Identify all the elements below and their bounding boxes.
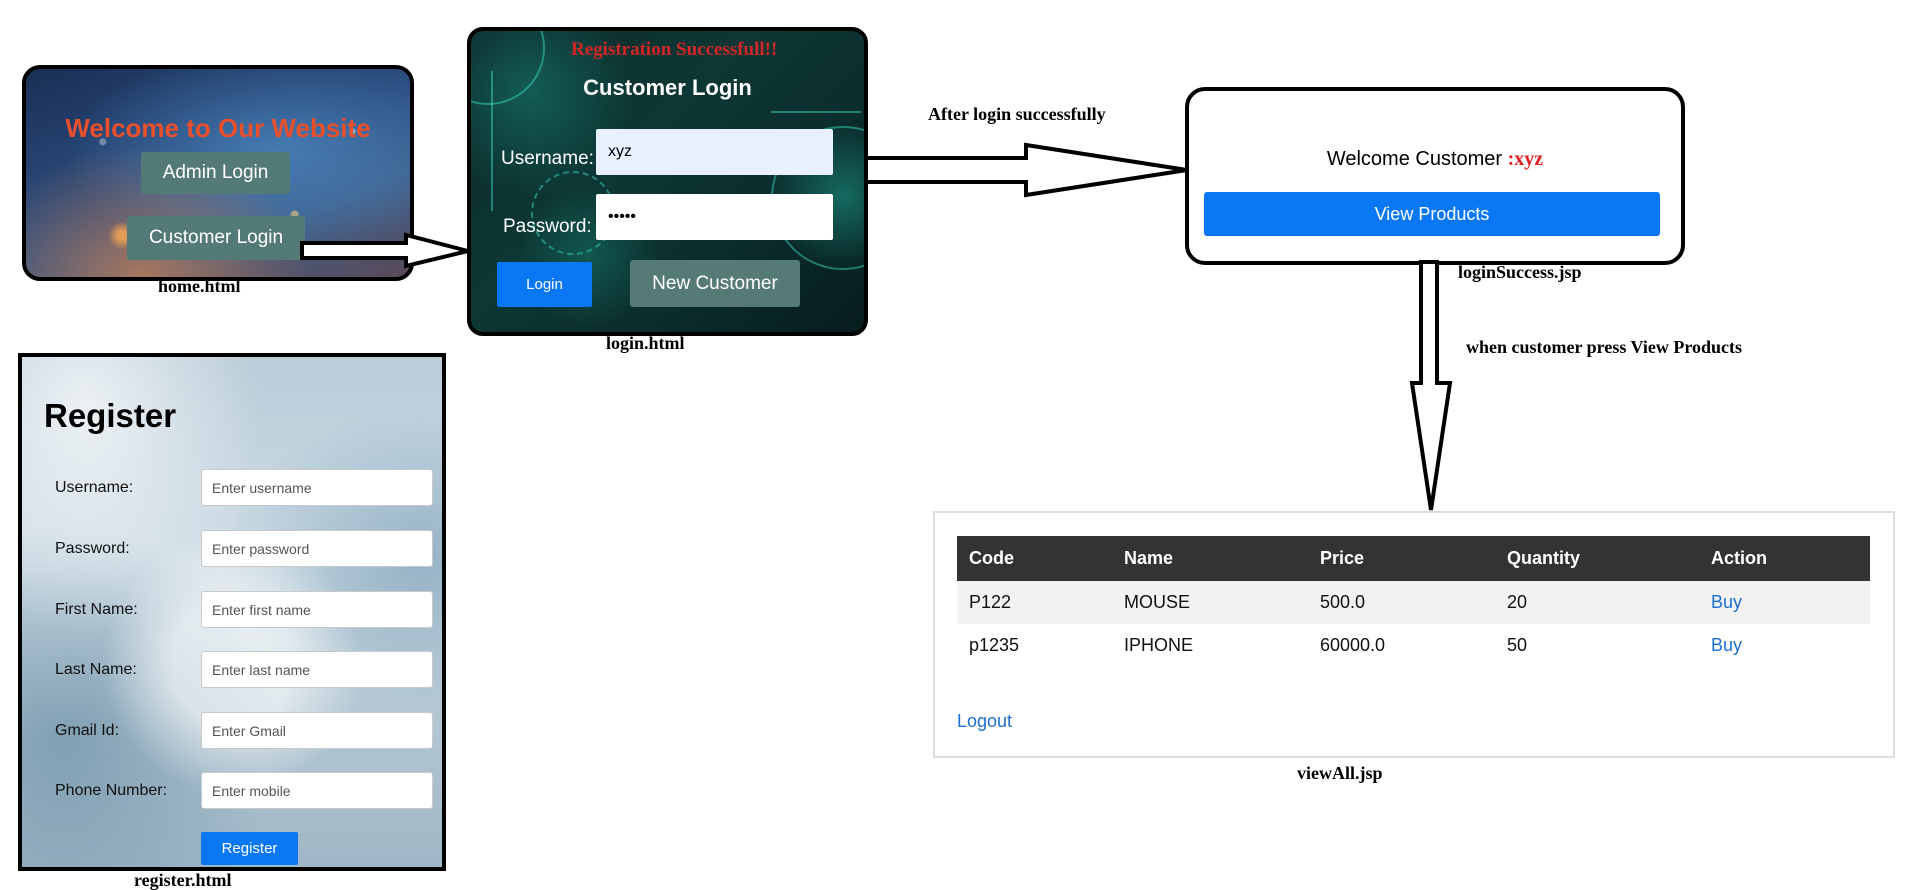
arrow-home-to-login xyxy=(300,232,469,269)
arrow-success-to-viewall xyxy=(1409,260,1453,511)
flow-arrows xyxy=(300,142,1453,511)
arrow-login-to-success xyxy=(864,142,1188,198)
